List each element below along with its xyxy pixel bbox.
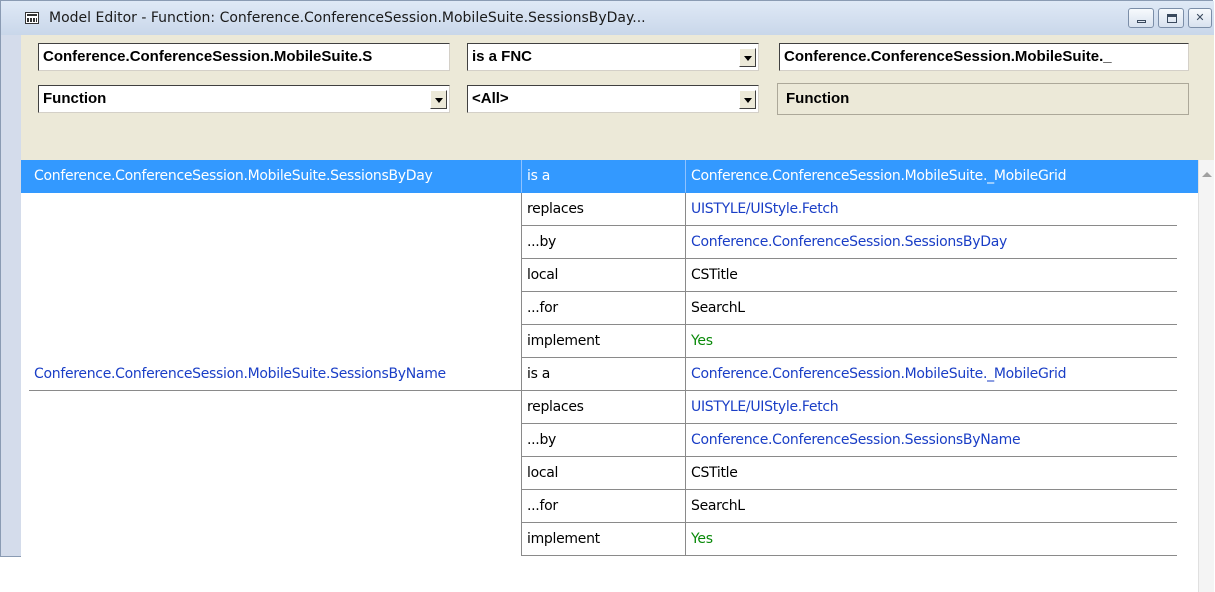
table-row[interactable]: ...for SearchL [21, 292, 1198, 325]
subject-field[interactable]: Conference.ConferenceSession.MobileSuite… [38, 43, 450, 71]
value-cell[interactable]: Yes [685, 523, 1177, 556]
table-row[interactable]: ...for SearchL [21, 490, 1198, 523]
table-row[interactable]: local CSTitle [21, 457, 1198, 490]
table-row[interactable]: Conference.ConferenceSession.MobileSuite… [21, 160, 1198, 193]
object-cell[interactable] [29, 391, 521, 424]
verb-filter-dropdown-arrow-icon[interactable] [739, 90, 756, 109]
value-cell[interactable]: SearchL [685, 490, 1177, 523]
object-cell[interactable] [29, 490, 521, 523]
verb-cell[interactable]: is a [521, 358, 685, 391]
title-bar[interactable]: Model Editor - Function: Conference.Conf… [1, 1, 1214, 35]
table-row[interactable]: ...by Conference.ConferenceSession.Sessio… [21, 424, 1198, 457]
relationship-grid: Conference.ConferenceSession.MobileSuite… [21, 160, 1214, 592]
verb-select[interactable]: is a FNC [467, 43, 759, 71]
maximize-button[interactable] [1158, 8, 1184, 28]
object-cell[interactable]: Conference.ConferenceSession.MobileSuite… [29, 358, 521, 391]
table-row[interactable]: replaces UISTYLE/UIStyle.Fetch [21, 391, 1198, 424]
vertical-scrollbar[interactable] [1198, 160, 1214, 592]
verb-cell[interactable]: replaces [521, 391, 685, 424]
verb-cell[interactable]: implement [521, 325, 685, 358]
model-editor-window: Model Editor - Function: Conference.Conf… [0, 0, 1214, 592]
object-cell[interactable] [29, 424, 521, 457]
object-cell[interactable] [29, 193, 521, 226]
verb-filter-select[interactable]: <All> [467, 85, 759, 113]
value-cell[interactable]: Conference.ConferenceSession.MobileSuite… [685, 160, 1177, 193]
value-cell[interactable]: Yes [685, 325, 1177, 358]
window-title: Model Editor - Function: Conference.Conf… [49, 10, 646, 26]
table-row[interactable]: ...by Conference.ConferenceSession.Sessio… [21, 226, 1198, 259]
value-cell[interactable]: Conference.ConferenceSession.SessionsByD… [685, 226, 1177, 259]
window-grid-icon [25, 12, 39, 24]
object-cell[interactable] [29, 226, 521, 259]
minimize-button[interactable] [1128, 8, 1154, 28]
verb-cell[interactable]: ...by [521, 226, 685, 259]
verb-cell[interactable]: ...by [521, 424, 685, 457]
value-cell[interactable]: CSTitle [685, 259, 1177, 292]
editor-body: Conference.ConferenceSession.MobileSuite… [21, 35, 1214, 592]
value-cell[interactable]: CSTitle [685, 457, 1177, 490]
verb-cell[interactable]: is a [521, 160, 685, 193]
type-filter-select[interactable]: Function [38, 85, 450, 113]
object-cell[interactable] [29, 259, 521, 292]
object-field[interactable]: Conference.ConferenceSession.MobileSuite… [779, 43, 1189, 71]
verb-cell[interactable]: ...for [521, 490, 685, 523]
table-row[interactable]: replaces UISTYLE/UIStyle.Fetch [21, 193, 1198, 226]
object-cell[interactable] [29, 457, 521, 490]
type-filter-value: Function [43, 90, 107, 107]
verb-cell[interactable]: local [521, 259, 685, 292]
type-filter-dropdown-arrow-icon[interactable] [430, 90, 447, 109]
verb-select-value: is a FNC [472, 48, 533, 65]
value-cell[interactable]: UISTYLE/UIStyle.Fetch [685, 193, 1177, 226]
verb-filter-value: <All> [472, 90, 509, 107]
object-cell[interactable]: Conference.ConferenceSession.MobileSuite… [29, 160, 521, 193]
table-row[interactable]: Conference.ConferenceSession.MobileSuite… [21, 358, 1198, 391]
verb-cell[interactable]: implement [521, 523, 685, 556]
table-row[interactable]: implement Yes [21, 523, 1198, 556]
value-cell[interactable]: UISTYLE/UIStyle.Fetch [685, 391, 1177, 424]
object-cell[interactable] [29, 523, 521, 556]
table-row[interactable]: implement Yes [21, 325, 1198, 358]
table-row[interactable]: local CSTitle [21, 259, 1198, 292]
object-cell[interactable] [29, 325, 521, 358]
value-cell[interactable]: SearchL [685, 292, 1177, 325]
verb-dropdown-arrow-icon[interactable] [739, 48, 756, 67]
verb-cell[interactable]: local [521, 457, 685, 490]
verb-cell[interactable]: ...for [521, 292, 685, 325]
value-cell[interactable]: Conference.ConferenceSession.MobileSuite… [685, 358, 1177, 391]
object-type-label: Function [777, 83, 1189, 115]
verb-cell[interactable]: replaces [521, 193, 685, 226]
scroll-up-arrow-icon[interactable] [1202, 172, 1212, 177]
object-cell[interactable] [29, 292, 521, 325]
value-cell[interactable]: Conference.ConferenceSession.SessionsByN… [685, 424, 1177, 457]
close-button[interactable]: ✕ [1188, 8, 1212, 28]
